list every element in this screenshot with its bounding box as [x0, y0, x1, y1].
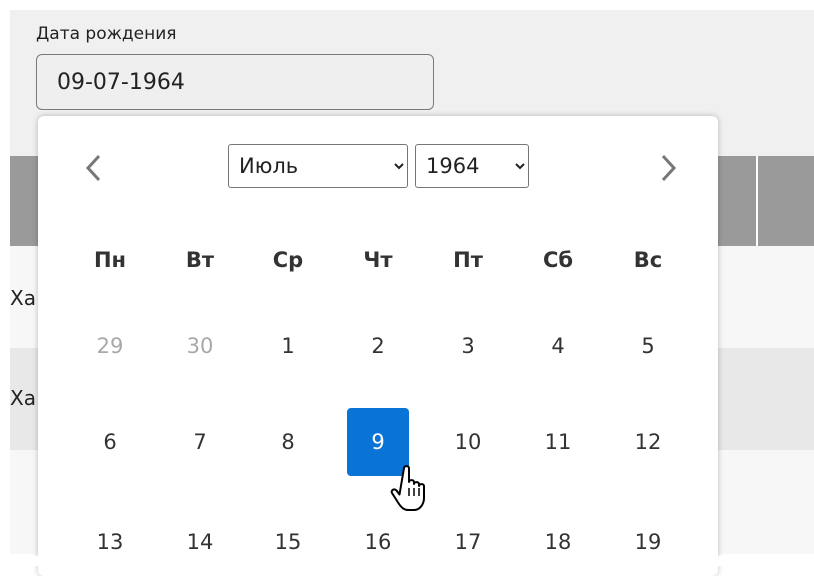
calendar-day[interactable]: 5: [617, 312, 679, 380]
weekday-header: Пн: [93, 248, 127, 272]
birthdate-input[interactable]: [36, 54, 434, 110]
calendar-day[interactable]: 2: [347, 312, 409, 380]
weekday-header: Пт: [453, 248, 483, 272]
column-divider: [756, 156, 758, 246]
chevron-left-icon: [85, 154, 101, 182]
calendar-day[interactable]: 7: [169, 408, 231, 476]
next-month-button[interactable]: [656, 150, 680, 186]
datepicker-popup: Июль 1964 Пн Вт Ср Чт Пт Сб Вс 29 30 1 2 3 4 5 6 7 8 9 10…: [38, 116, 718, 576]
table-cell: Xa: [10, 386, 36, 410]
month-select[interactable]: Июль: [228, 144, 408, 188]
calendar-day[interactable]: 8: [257, 408, 319, 476]
prev-month-button[interactable]: [82, 150, 106, 186]
calendar-day[interactable]: 3: [437, 312, 499, 380]
calendar-day[interactable]: 29: [79, 312, 141, 380]
page-footer-strip: [0, 556, 814, 566]
calendar-day[interactable]: 1: [257, 312, 319, 380]
weekday-header: Ср: [272, 248, 304, 272]
calendar-day[interactable]: 12: [617, 408, 679, 476]
birthdate-label: Дата рождения: [36, 24, 177, 44]
chevron-right-icon: [661, 154, 677, 182]
weekday-header: Сб: [542, 248, 574, 272]
calendar-day[interactable]: 10: [437, 408, 499, 476]
weekday-header: Вс: [633, 248, 663, 272]
calendar-day[interactable]: 11: [527, 408, 589, 476]
weekday-header: Чт: [363, 248, 393, 272]
table-cell: Xa: [10, 286, 36, 310]
hand-cursor-icon: [390, 465, 425, 511]
year-select[interactable]: 1964: [415, 144, 529, 188]
weekday-header: Вт: [185, 248, 215, 272]
calendar-day[interactable]: 6: [79, 408, 141, 476]
calendar-day[interactable]: 4: [527, 312, 589, 380]
calendar-day[interactable]: 30: [169, 312, 231, 380]
